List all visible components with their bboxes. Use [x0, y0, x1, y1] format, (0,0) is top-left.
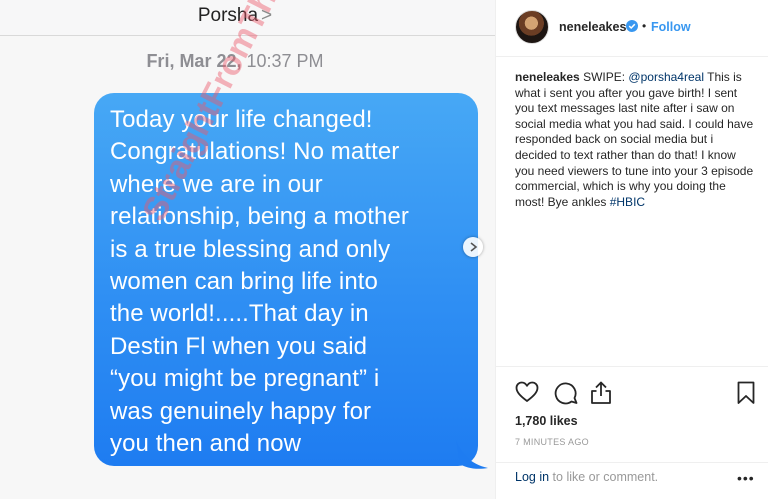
message-line: Today your life changed! [110, 106, 373, 133]
caption-lead: SWIPE: [583, 70, 626, 84]
login-prompt-text: to like or comment. [552, 470, 659, 484]
more-options-icon[interactable]: ••• [737, 470, 755, 486]
post-header: neneleakes • Follow [496, 0, 768, 57]
comment-bar: Log in to like or comment. ••• [496, 462, 768, 499]
bookmark-icon[interactable] [737, 381, 755, 405]
heart-icon[interactable] [515, 381, 539, 403]
message-line: women can bring life into [110, 268, 378, 296]
message-line: the world!.....That day in [110, 300, 369, 328]
login-link[interactable]: Log in [515, 470, 549, 484]
message-line: Destin Fl when you said [110, 332, 368, 360]
chevron-right-icon [470, 242, 478, 252]
caption-hashtag[interactable]: #HBIC [610, 195, 645, 209]
avatar[interactable] [515, 10, 549, 44]
caption-username[interactable]: neneleakes [515, 70, 580, 84]
username-link[interactable]: neneleakes [559, 20, 626, 34]
message-line: is a true blessing and only [110, 235, 391, 263]
post-image: Porsha > Fri, Mar 22, 10:37 PM Today your… [0, 0, 495, 499]
post-caption: neneleakes SWIPE: @porsha4real This is w… [515, 70, 755, 210]
message-line: you then and now [110, 430, 302, 458]
post-actions: 1,780 likes 7 MINUTES AGO Log in to like… [496, 366, 768, 499]
verified-badge-icon [626, 20, 638, 32]
message-line: “you might be pregnant” i [110, 365, 380, 393]
comment-icon[interactable] [554, 381, 578, 405]
next-slide-button[interactable] [463, 237, 483, 257]
likes-count[interactable]: 1,780 likes [515, 414, 578, 428]
caption-body: This is what i sent you after you gave b… [515, 70, 754, 209]
separator-dot: • [642, 19, 647, 33]
caption-mention[interactable]: @porsha4real [628, 70, 704, 84]
share-icon[interactable] [590, 381, 612, 405]
message-line: was genuinely happy for [110, 397, 372, 425]
post-side-panel: neneleakes • Follow neneleakes SWIPE: @p… [495, 0, 768, 499]
post-timestamp[interactable]: 7 MINUTES AGO [515, 437, 589, 447]
follow-button[interactable]: Follow [651, 20, 691, 34]
login-prompt: Log in to like or comment. [515, 470, 658, 484]
